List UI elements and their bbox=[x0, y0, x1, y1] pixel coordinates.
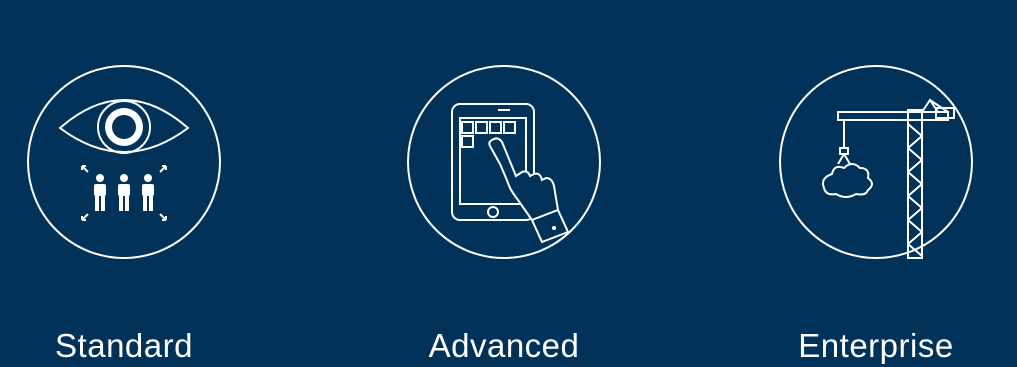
tier-advanced[interactable]: Advanced bbox=[384, 64, 624, 367]
tablet-touch-icon bbox=[406, 64, 602, 260]
tier-label-enterprise: Enterprise bbox=[798, 327, 954, 364]
tier-enterprise[interactable]: Enterprise bbox=[756, 64, 996, 367]
tier-label-standard: Standard bbox=[55, 327, 193, 364]
tier-standard[interactable]: Standard bbox=[4, 64, 244, 367]
crane-cloud-icon bbox=[778, 64, 974, 260]
plan-tiers: Standard Advanced Enterprise bbox=[0, 0, 1017, 367]
eye-people-icon bbox=[26, 64, 222, 260]
tier-label-advanced: Advanced bbox=[428, 327, 580, 364]
